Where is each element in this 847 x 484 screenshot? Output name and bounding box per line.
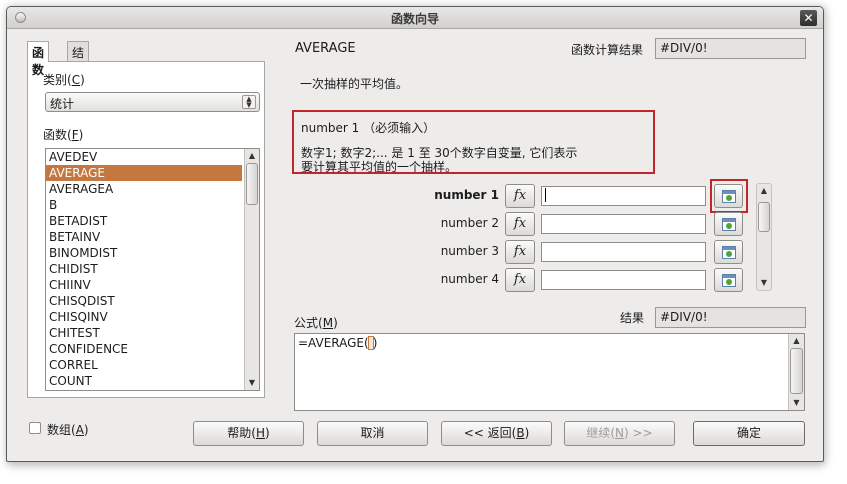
function-list-item[interactable]: COUNTA [46,389,242,390]
title-bar: 函数向导 ✕ [7,7,823,29]
result-label: 结果 [620,311,645,325]
argument-label-4: number 4 [440,272,499,286]
array-checkbox-label[interactable]: 数组(A) [47,421,89,438]
chevron-updown-icon: ▲ ▼ [242,95,256,109]
shrink-button-4[interactable] [714,268,743,292]
argument-label-3: number 3 [440,244,499,258]
formula-text: =AVERAGE() [298,336,378,350]
function-list-item[interactable]: BINOMDIST [46,245,242,261]
fx-button-2[interactable]: fx [505,212,535,236]
function-wizard-dialog: 函数向导 ✕ 函数 结构 类别(C) 统计 ▲▼ 函数(F) AVEDEVAVE… [6,6,824,462]
fx-button-3[interactable]: fx [505,240,535,264]
category-value: 统计 [50,97,75,111]
scroll-down-icon[interactable]: ▼ [245,376,259,390]
category-label: 类别(C) [43,73,85,87]
formula-editor[interactable]: =AVERAGE() ▲ ▼ [294,333,805,411]
function-list-scrollbar[interactable]: ▲ ▼ [244,149,259,390]
argument-input-4[interactable] [541,270,706,290]
arguments-scrollbar[interactable]: ▲ ▼ [756,183,772,291]
fx-button-1[interactable]: fx [505,184,535,208]
argument-input-3[interactable] [541,242,706,262]
argument-help-title: number 1 （必须输入） [301,121,436,135]
cancel-button[interactable]: 取消 [317,421,428,446]
fx-button-4[interactable]: fx [505,268,535,292]
scroll-down-icon[interactable]: ▼ [757,276,771,290]
function-result-label: 函数计算结果 [571,43,644,57]
back-button[interactable]: << 返回(B) [441,421,552,446]
shrink-button-2[interactable] [714,212,743,236]
scroll-thumb[interactable] [758,202,770,232]
function-list-item[interactable]: B [46,197,242,213]
argument-row-3: number 3 fx [289,240,749,264]
scroll-up-icon[interactable]: ▲ [789,334,804,348]
help-button[interactable]: 帮助(H) [193,421,304,446]
function-list[interactable]: AVEDEV AVERAGE AVERAGEA B BETADIST BETAINV BIN… [45,148,260,391]
function-list-item[interactable]: CHIINV [46,277,242,293]
function-list-item[interactable]: CHISQDIST [46,293,242,309]
argument-help-line-2: 要计算其平均值的一个抽样。 [301,160,458,174]
scroll-up-icon[interactable]: ▲ [757,184,771,198]
scroll-down-icon[interactable]: ▼ [789,396,804,410]
function-list-item[interactable]: AVEDEV [46,149,242,165]
formula-scrollbar[interactable]: ▲ ▼ [788,334,804,410]
function-list-item[interactable]: CONFIDENCE [46,341,242,357]
text-caret [545,188,546,202]
argument-input-2[interactable] [541,214,706,234]
shrink-dialog-icon [722,218,736,231]
shrink-button-highlight [710,179,748,213]
shrink-dialog-icon [722,246,736,259]
function-list-item[interactable]: COUNT [46,373,242,389]
scroll-up-icon[interactable]: ▲ [245,149,259,163]
function-list-item[interactable]: CHIDIST [46,261,242,277]
argument-row-1: number 1 fx [289,184,749,208]
function-list-item[interactable]: BETADIST [46,213,242,229]
tab-functions[interactable]: 函数 [27,41,50,77]
result-value: #DIV/0! [655,307,806,328]
function-result-value: #DIV/0! [655,38,806,59]
functions-panel: 类别(C) 统计 ▲ ▼ 函数(F) AVEDEV AVERAGE AVERAGEA B… [27,61,265,398]
shrink-dialog-icon [722,274,736,287]
function-list-item[interactable]: AVERAGEA [46,181,242,197]
array-checkbox[interactable] [29,422,41,434]
argument-label-2: number 2 [440,216,499,230]
window-title: 函数向导 [390,12,439,26]
scroll-thumb[interactable] [790,348,803,394]
function-description: 一次抽样的平均值。 [300,77,409,91]
function-list-item[interactable]: AVERAGE [46,165,242,181]
argument-label-1: number 1 [434,188,499,202]
next-button[interactable]: 继续(N) >> [564,421,675,446]
function-list-item[interactable]: CHISQINV [46,309,242,325]
shrink-button-3[interactable] [714,240,743,264]
tab-structure[interactable]: 结构 [67,41,90,77]
argument-row-2: number 2 fx [289,212,749,236]
function-list-item[interactable]: BETAINV [46,229,242,245]
category-select[interactable]: 统计 ▲ ▼ [45,92,260,112]
close-icon[interactable]: ✕ [800,10,817,26]
argument-row-4: number 4 fx [289,268,749,292]
ok-button[interactable]: 确定 [693,421,805,446]
function-list-item[interactable]: CHITEST [46,325,242,341]
functions-label: 函数(F) [43,128,84,142]
argument-input-1[interactable] [541,186,706,206]
function-name: AVERAGE [295,41,356,56]
function-list-item[interactable]: CORREL [46,357,242,373]
formula-label: 公式(M) [294,316,338,330]
scroll-thumb[interactable] [246,163,258,205]
